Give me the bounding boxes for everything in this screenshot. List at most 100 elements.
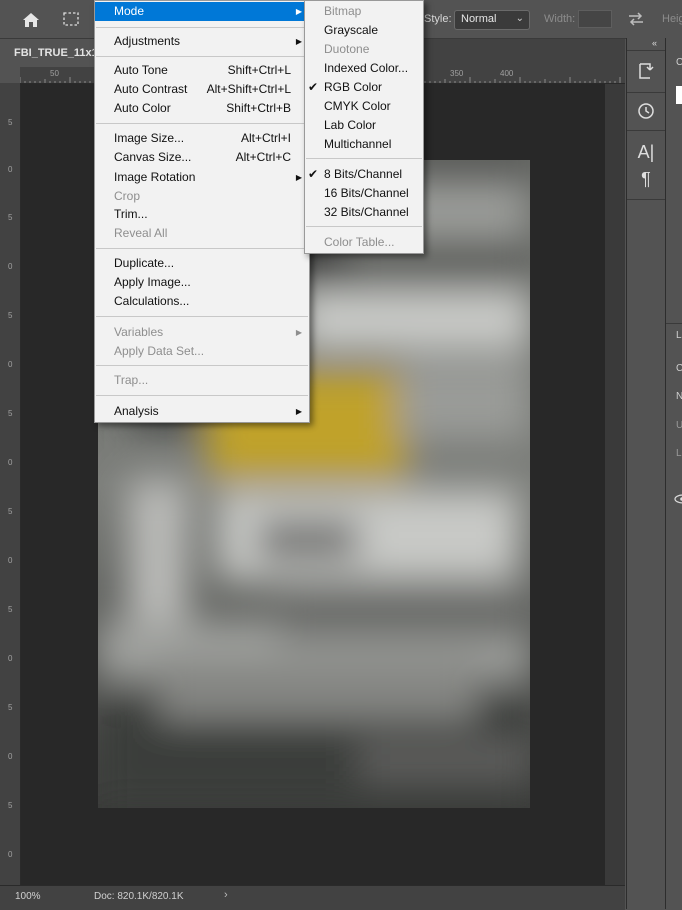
- menu-item-trim[interactable]: Trim...: [95, 205, 309, 224]
- chevron-down-icon: ⌄: [515, 13, 524, 24]
- menu-item-label: Trap...: [114, 373, 149, 387]
- mode-item-32-bits-channel[interactable]: 32 Bits/Channel: [305, 203, 423, 222]
- menu-item-label: Canvas Size...: [114, 150, 192, 164]
- mode-item-indexed-color[interactable]: Indexed Color...: [305, 59, 423, 78]
- vertical-scrollbar[interactable]: [605, 84, 625, 885]
- paragraph-icon[interactable]: ¶: [632, 166, 660, 192]
- checkmark-icon: ✔: [308, 80, 319, 94]
- kind-filter[interactable]: C: [676, 363, 682, 374]
- ruler-label: 0: [8, 654, 13, 663]
- menu-item-label: Duplicate...: [114, 256, 175, 270]
- right-panel: C La C N Ur Lo: [665, 38, 682, 909]
- mode-item-grayscale[interactable]: Grayscale: [305, 21, 423, 40]
- status-menu-arrow[interactable]: ›: [224, 889, 228, 901]
- panel-divider: [627, 92, 665, 93]
- mode-item-8-bits-channel[interactable]: ✔ 8 Bits/Channel: [305, 165, 423, 184]
- menu-item-label: Bitmap: [324, 4, 362, 18]
- menu-item-image-size[interactable]: Image Size... Alt+Ctrl+I: [95, 129, 309, 148]
- image-menu: Mode ▶ Adjustments ▶ Auto Tone Shift+Ctrl+L Au…: [94, 0, 310, 423]
- zoom-level[interactable]: 100%: [15, 891, 41, 902]
- menu-item-adjustments[interactable]: Adjustments ▶: [95, 32, 309, 51]
- document-tab[interactable]: FBI_TRUE_11x18: [0, 39, 96, 67]
- menu-separator: [306, 226, 422, 227]
- ruler-label: 0: [8, 458, 13, 467]
- menu-item-auto-contrast[interactable]: Auto Contrast Alt+Shift+Ctrl+L: [95, 80, 309, 99]
- collapse-panels-icon[interactable]: «: [652, 38, 657, 48]
- style-select-value: Normal: [461, 13, 497, 25]
- mode-item-lab-color[interactable]: Lab Color: [305, 116, 423, 135]
- color-swatch[interactable]: [676, 86, 682, 104]
- layers-tab[interactable]: La: [676, 330, 682, 341]
- menu-item-reveal-all[interactable]: Reveal All: [95, 224, 309, 243]
- menu-item-label: Multichannel: [324, 137, 392, 151]
- document-info: Doc: 820.1K/820.1K: [94, 891, 184, 902]
- mode-item-rgb-color[interactable]: ✔ RGB Color: [305, 78, 423, 97]
- visibility-eye-icon[interactable]: [674, 493, 682, 507]
- menu-item-auto-color[interactable]: Auto Color Shift+Ctrl+B: [95, 99, 309, 118]
- menu-item-label: Duotone: [324, 42, 370, 56]
- mode-item-cmyk-color[interactable]: CMYK Color: [305, 97, 423, 116]
- submenu-arrow-icon: ▶: [295, 407, 302, 416]
- menu-item-duplicate[interactable]: Duplicate...: [95, 254, 309, 273]
- menu-item-auto-tone[interactable]: Auto Tone Shift+Ctrl+L: [95, 61, 309, 80]
- width-input[interactable]: [578, 10, 612, 28]
- style-select[interactable]: Normal ⌄: [454, 10, 530, 30]
- menu-item-label: 32 Bits/Channel: [324, 205, 409, 219]
- ruler-label: 5: [8, 703, 13, 712]
- ruler-label: 5: [8, 507, 13, 516]
- mode-item-multichannel[interactable]: Multichannel: [305, 135, 423, 154]
- menu-item-mode[interactable]: Mode ▶: [95, 2, 309, 21]
- lock-label: Lo: [676, 448, 682, 459]
- ruler-label: 5: [8, 118, 13, 127]
- menu-separator: [96, 27, 308, 28]
- menu-item-trap[interactable]: Trap...: [95, 371, 309, 390]
- menu-separator: [96, 56, 308, 57]
- menu-item-apply-image[interactable]: Apply Image...: [95, 273, 309, 292]
- mode-item-color-table[interactable]: Color Table...: [305, 233, 423, 252]
- ruler-label: 5: [8, 409, 13, 418]
- character-icon[interactable]: A|: [632, 139, 660, 165]
- history-icon[interactable]: [632, 98, 660, 124]
- panel-divider: [627, 130, 665, 131]
- submenu-arrow-icon: ▶: [295, 7, 302, 16]
- menu-item-label: Analysis: [114, 404, 159, 418]
- panel-header: C: [676, 57, 682, 68]
- menu-item-shortcut: Alt+Shift+Ctrl+L: [206, 82, 291, 96]
- menu-item-label: Image Size...: [114, 131, 185, 145]
- menu-item-label: Trim...: [114, 207, 148, 221]
- mode-item-duotone[interactable]: Duotone: [305, 40, 423, 59]
- menu-item-image-rotation[interactable]: Image Rotation ▶: [95, 168, 309, 187]
- menu-item-label: Auto Tone: [114, 63, 168, 77]
- menu-item-label: Color Table...: [324, 235, 395, 249]
- panel-divider: [666, 323, 682, 324]
- menu-item-label: Reveal All: [114, 226, 168, 240]
- rectangular-marquee-icon[interactable]: [62, 10, 82, 28]
- mode-item-bitmap[interactable]: Bitmap: [305, 2, 423, 21]
- panel-divider: [627, 199, 665, 200]
- menu-separator: [96, 365, 308, 366]
- menu-item-analysis[interactable]: Analysis ▶: [95, 402, 309, 421]
- height-label: Heig: [662, 13, 682, 25]
- menu-item-label: Apply Data Set...: [114, 344, 205, 358]
- menu-item-canvas-size[interactable]: Canvas Size... Alt+Ctrl+C: [95, 148, 309, 167]
- menu-item-calculations[interactable]: Calculations...: [95, 292, 309, 311]
- menu-item-label: Adjustments: [114, 34, 181, 48]
- ruler-label: 0: [8, 262, 13, 271]
- menu-separator: [96, 395, 308, 396]
- menu-separator: [96, 123, 308, 124]
- menu-item-label: 8 Bits/Channel: [324, 167, 403, 181]
- width-label: Width:: [544, 13, 576, 25]
- blend-mode-select[interactable]: N: [676, 391, 682, 402]
- mode-item-16-bits-channel[interactable]: 16 Bits/Channel: [305, 184, 423, 203]
- menu-item-label: CMYK Color: [324, 99, 391, 113]
- ruler-label: 0: [8, 850, 13, 859]
- home-icon[interactable]: [10, 8, 52, 32]
- ruler-label: 5: [8, 801, 13, 810]
- style-label: Style:: [424, 13, 452, 25]
- properties-icon[interactable]: [632, 58, 660, 84]
- swap-arrows-icon[interactable]: [626, 9, 646, 29]
- menu-item-label: Indexed Color...: [324, 61, 409, 75]
- menu-item-variables[interactable]: Variables ▶: [95, 323, 309, 342]
- menu-item-crop[interactable]: Crop: [95, 187, 309, 206]
- menu-item-apply-data-set[interactable]: Apply Data Set...: [95, 342, 309, 361]
